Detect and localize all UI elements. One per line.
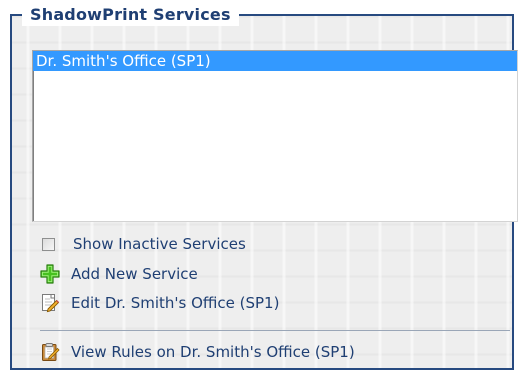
panel-title: ShadowPrint Services — [22, 4, 239, 26]
show-inactive-checkbox[interactable] — [42, 237, 55, 251]
view-rules-label[interactable]: View Rules on Dr. Smith's Office (SP1) — [71, 343, 355, 361]
add-new-service-link[interactable]: Add New Service — [40, 262, 198, 286]
rules-clipboard-icon — [40, 342, 60, 362]
edit-service-label[interactable]: Edit Dr. Smith's Office (SP1) — [71, 294, 279, 312]
view-rules-link[interactable]: View Rules on Dr. Smith's Office (SP1) — [40, 340, 355, 364]
plus-icon — [40, 264, 60, 284]
show-inactive-row[interactable]: Show Inactive Services — [40, 232, 246, 256]
show-inactive-label[interactable]: Show Inactive Services — [73, 235, 246, 253]
services-listbox[interactable]: Dr. Smith's Office (SP1) — [32, 50, 518, 222]
edit-service-link[interactable]: Edit Dr. Smith's Office (SP1) — [40, 291, 279, 315]
add-new-service-label[interactable]: Add New Service — [71, 265, 198, 283]
edit-document-icon — [40, 293, 60, 313]
actions-divider — [40, 330, 510, 331]
services-panel: ShadowPrint Services Dr. Smith's Office … — [10, 4, 518, 370]
service-list-item[interactable]: Dr. Smith's Office (SP1) — [33, 51, 517, 71]
